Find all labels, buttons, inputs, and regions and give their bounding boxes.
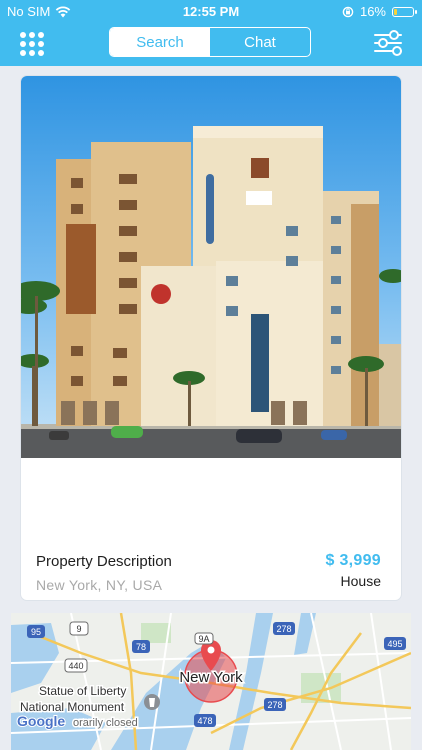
property-title: Property Description (36, 553, 172, 570)
map-poi-label: Statue of Liberty (39, 684, 126, 698)
map-city-label: New York (179, 669, 243, 686)
property-location: New York, NY, USA (36, 577, 163, 593)
route-shield: 9A (198, 634, 209, 644)
map-poi-label: National Monument (20, 700, 125, 714)
nav-bar: Search Chat (0, 22, 422, 66)
route-shield: 278 (267, 700, 282, 710)
route-shield: 495 (387, 639, 402, 649)
property-price: $ 3,999 (325, 552, 381, 569)
property-card[interactable]: Property Description New York, NY, USA $… (21, 76, 401, 600)
property-photo (21, 76, 401, 458)
route-shield: 478 (197, 716, 212, 726)
google-logo: Google (17, 713, 65, 729)
battery-icon (392, 6, 417, 17)
search-chat-toggle: Search Chat (109, 27, 311, 57)
app-header: No SIM 12:55 PM 16% Search Chat (0, 0, 422, 66)
map-poi-status: orarily closed (73, 717, 138, 729)
tab-chat[interactable]: Chat (210, 28, 310, 56)
route-shield: 95 (31, 627, 41, 637)
route-shield: 278 (276, 624, 291, 634)
orientation-lock-icon (342, 6, 354, 17)
tab-search[interactable]: Search (110, 28, 210, 56)
route-shield: 440 (68, 661, 83, 671)
battery-percent: 16% (359, 4, 386, 19)
location-map[interactable]: 95 9 440 78 9A 278 495 478 278 New York … (11, 613, 411, 750)
sliders-icon[interactable] (374, 30, 402, 56)
property-type: House (340, 573, 381, 589)
grid-menu-icon[interactable] (20, 32, 44, 56)
status-right: 16% (342, 4, 417, 19)
battery-level (394, 8, 397, 15)
status-bar: No SIM 12:55 PM 16% (0, 0, 422, 22)
route-shield: 78 (136, 642, 146, 652)
route-shield: 9 (76, 624, 81, 634)
